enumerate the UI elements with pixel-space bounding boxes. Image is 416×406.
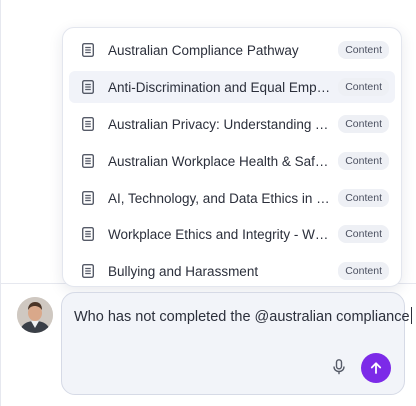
document-icon	[81, 117, 95, 131]
message-input[interactable]: Who has not completed the @australian co…	[74, 307, 412, 325]
suggestion-label: Anti-Discrimination and Equal Emplo...	[108, 79, 332, 95]
send-button[interactable]	[361, 353, 391, 383]
content-badge: Content	[338, 41, 389, 59]
document-icon	[81, 227, 95, 241]
suggestion-item[interactable]: Bullying and Harassment Content	[69, 255, 395, 286]
document-icon	[81, 264, 95, 278]
document-icon	[81, 154, 95, 168]
mention-suggestions-dropdown: Australian Compliance Pathway Content An…	[62, 27, 402, 287]
user-avatar	[17, 297, 53, 333]
document-icon	[81, 80, 95, 94]
content-badge: Content	[338, 262, 389, 280]
message-composer[interactable]: Who has not completed the @australian co…	[61, 292, 412, 395]
content-badge: Content	[338, 78, 389, 96]
content-badge: Content	[338, 152, 389, 170]
suggestion-item[interactable]: Australian Privacy: Understanding Yo... …	[69, 108, 395, 140]
suggestion-label: Workplace Ethics and Integrity - Whi...	[108, 226, 332, 242]
arrow-up-icon	[370, 362, 382, 374]
suggestion-item[interactable]: Australian Compliance Pathway Content	[69, 34, 395, 66]
document-icon	[81, 191, 95, 205]
suggestion-label: Bullying and Harassment	[108, 263, 259, 279]
suggestion-label: AI, Technology, and Data Ethics in the .…	[108, 190, 332, 206]
suggestion-label: Australian Privacy: Understanding Yo...	[108, 116, 332, 132]
content-badge: Content	[338, 189, 389, 207]
microphone-icon[interactable]	[330, 357, 348, 377]
suggestion-label: Australian Workplace Health & Safety	[108, 153, 332, 169]
message-input-value: Who has not completed the @australian co…	[74, 309, 410, 325]
left-border	[0, 0, 1, 406]
suggestion-label: Australian Compliance Pathway	[108, 42, 299, 58]
document-icon	[81, 43, 95, 57]
content-badge: Content	[338, 225, 389, 243]
suggestion-item[interactable]: AI, Technology, and Data Ethics in the .…	[69, 182, 395, 214]
suggestion-item[interactable]: Anti-Discrimination and Equal Emplo... C…	[69, 71, 395, 103]
content-badge: Content	[338, 115, 389, 133]
suggestion-item[interactable]: Workplace Ethics and Integrity - Whi... …	[69, 218, 395, 250]
suggestion-item[interactable]: Australian Workplace Health & Safety Con…	[69, 145, 395, 177]
text-caret	[410, 307, 412, 324]
